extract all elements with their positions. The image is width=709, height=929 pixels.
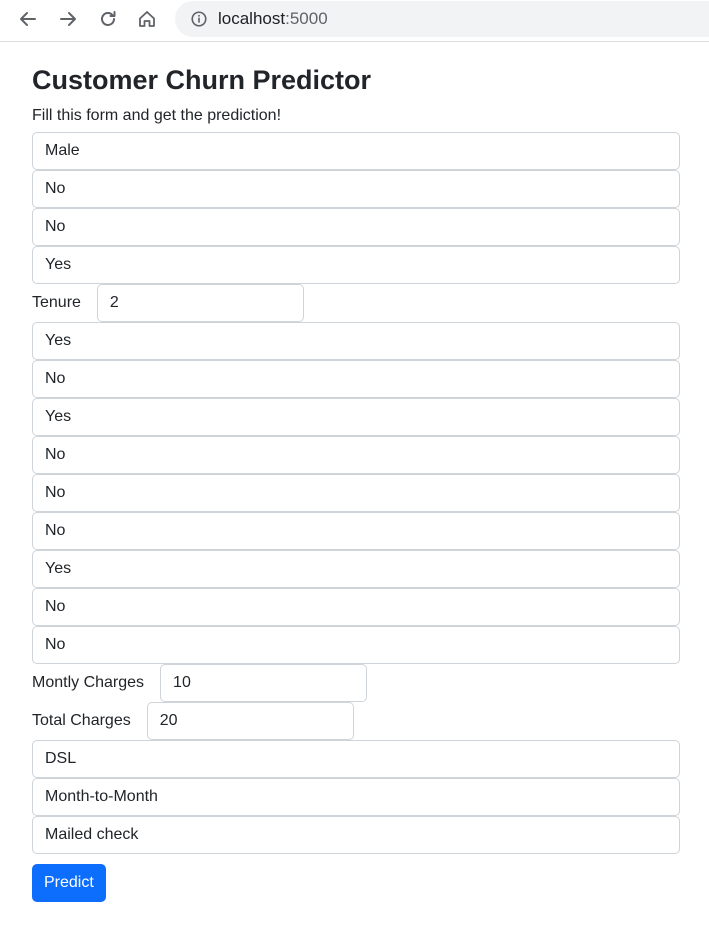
page-subtitle: Fill this form and get the prediction!	[32, 107, 282, 124]
tech-support-select[interactable]: No	[32, 512, 680, 550]
payment-method-select[interactable]: Mailed check	[32, 816, 680, 854]
gender-select[interactable]: Male	[32, 132, 680, 170]
back-button[interactable]	[15, 6, 41, 32]
monthly-charges-row: Montly Charges 10	[32, 664, 680, 702]
total-charges-label: Total Charges	[32, 712, 131, 729]
senior-citizen-select[interactable]: No	[32, 170, 680, 208]
home-icon	[139, 11, 155, 27]
arrow-right-icon	[60, 12, 76, 26]
main-content: Customer Churn Predictor Fill this form …	[32, 62, 680, 902]
url-port: :5000	[285, 9, 328, 28]
dependents-select[interactable]: Yes	[32, 246, 680, 284]
streaming-tv-select[interactable]: Yes	[32, 550, 680, 588]
device-protection-select[interactable]: No	[32, 474, 680, 512]
total-charges-row: Total Charges 20	[32, 702, 680, 740]
internet-service-select[interactable]: DSL	[32, 740, 680, 778]
churn-form: Male No No Yes Tenure 2 Yes No Yes No No…	[32, 132, 680, 902]
multiple-lines-select[interactable]: No	[32, 360, 680, 398]
online-backup-select[interactable]: No	[32, 436, 680, 474]
address-bar[interactable]: localhost:5000	[175, 1, 709, 37]
monthly-charges-input[interactable]: 10	[160, 664, 368, 702]
contract-select[interactable]: Month-to-Month	[32, 778, 680, 816]
url-host: localhost	[218, 9, 286, 28]
predict-button[interactable]: Predict	[32, 864, 106, 902]
forward-button[interactable]	[55, 6, 81, 32]
reload-icon	[101, 11, 116, 26]
phone-service-select[interactable]: Yes	[32, 322, 680, 360]
tenure-row: Tenure 2	[32, 284, 680, 322]
tenure-input[interactable]: 2	[96, 284, 304, 322]
monthly-charges-label: Montly Charges	[32, 674, 145, 691]
online-security-select[interactable]: Yes	[32, 398, 680, 436]
browser-toolbar: localhost:5000	[0, 0, 709, 42]
arrow-left-icon	[20, 12, 36, 26]
streaming-movies-select[interactable]: No	[32, 588, 680, 626]
tenure-label: Tenure	[32, 294, 81, 311]
info-icon[interactable]	[189, 9, 209, 29]
total-charges-input[interactable]: 20	[146, 702, 354, 740]
home-button[interactable]	[134, 6, 160, 32]
reload-button[interactable]	[95, 6, 121, 32]
url-text: localhost:5000	[218, 9, 328, 29]
page-title: Customer Churn Predictor	[32, 65, 372, 95]
partner-select[interactable]: No	[32, 208, 680, 246]
paperless-billing-select[interactable]: No	[32, 626, 680, 664]
